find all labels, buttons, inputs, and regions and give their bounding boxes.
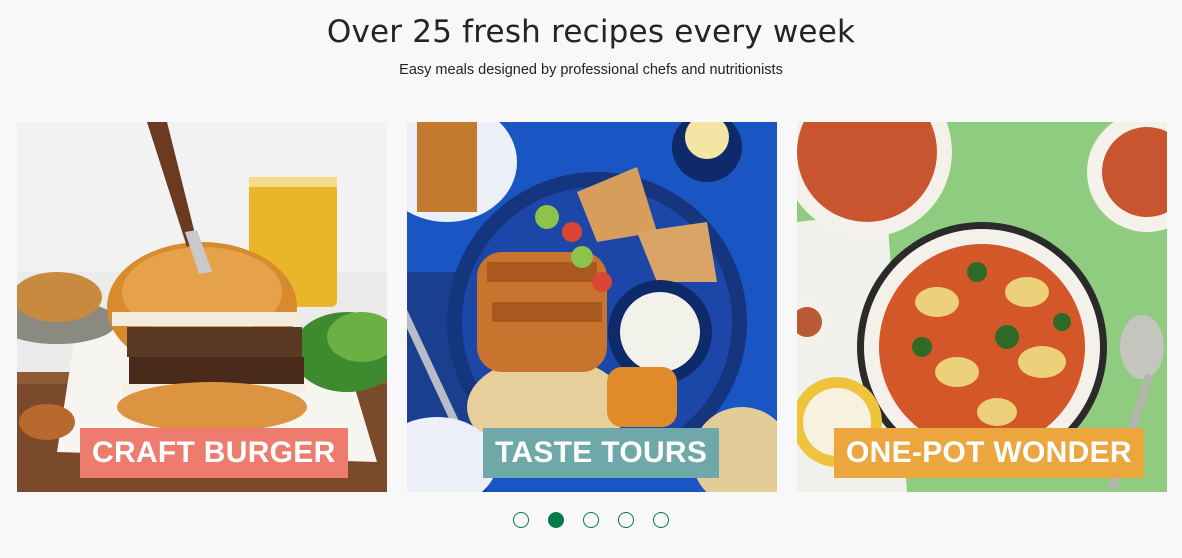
card-label-craft-burger: CRAFT BURGER [80,428,348,478]
recipe-card-craft-burger[interactable]: CRAFT BURGER [17,122,387,492]
card-label-one-pot-wonder: ONE-POT WONDER [834,428,1144,478]
carousel-pagination [0,512,1182,530]
carousel-dot-1[interactable] [513,512,529,528]
carousel-dot-2[interactable] [548,512,564,528]
recipe-card-taste-tours[interactable]: TASTE TOURS [407,122,777,492]
recipe-card-one-pot-wonder[interactable]: ONE-POT WONDER [797,122,1167,492]
section-subtitle: Easy meals designed by professional chef… [399,62,783,78]
carousel-dot-4[interactable] [618,512,634,528]
carousel-dot-5[interactable] [653,512,669,528]
card-label-taste-tours: TASTE TOURS [483,428,720,478]
section-title: Over 25 fresh recipes every week [326,14,856,50]
carousel-dot-3[interactable] [583,512,599,528]
